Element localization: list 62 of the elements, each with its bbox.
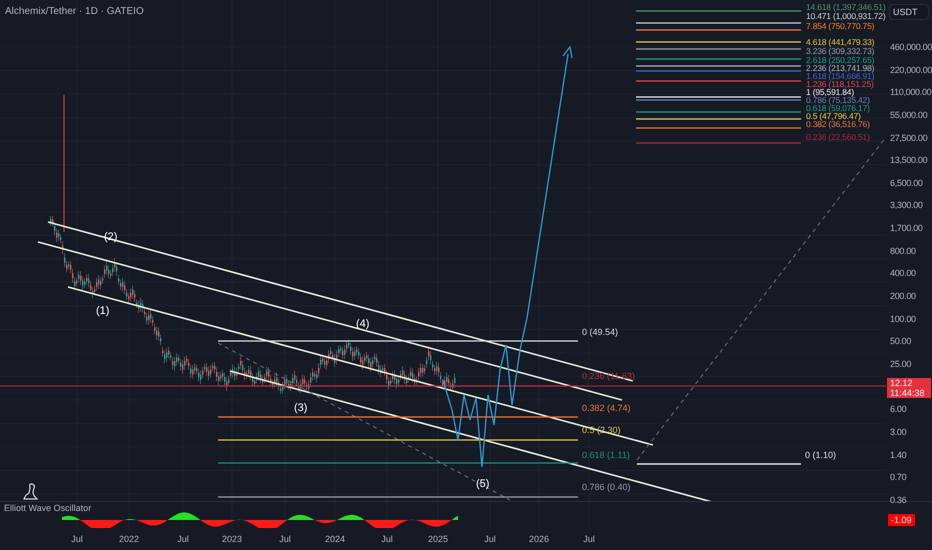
time-tick-label: 2024 <box>324 534 346 544</box>
fib-level-label: 0.5 (2.30) <box>582 425 621 436</box>
price-tick-label: 1.40 <box>890 448 908 462</box>
price-tick-label: 0.70 <box>890 471 908 484</box>
time-tick-label: 2026 <box>528 534 550 544</box>
price-tick-label: 50.00 <box>890 335 912 348</box>
price-tick-label: 6.00 <box>890 403 908 416</box>
time-tick-label: Jul <box>381 534 393 544</box>
time-tick-label: 2022 <box>118 534 140 544</box>
chart-title: Alchemix/Tether · 1D · GATEIO <box>5 6 144 17</box>
price-tick-label: 3.00 <box>890 426 908 439</box>
wave-label: (5) <box>476 478 490 490</box>
fib-level-label: 0.618 (1.11) <box>582 450 630 461</box>
wave-label: (3) <box>294 402 308 414</box>
price-tick-label: 3,300.00 <box>890 199 924 212</box>
fib-level-label: 1.236 (118,151.25) <box>806 80 874 89</box>
fib-level-label: 0.236 (22,560.51) <box>806 133 870 142</box>
price-tick-label: 6,500.00 <box>890 176 924 190</box>
price-tick-label: 800.00 <box>890 244 917 258</box>
wave-label: (4) <box>356 318 370 330</box>
price-tick-label: 200.00 <box>890 290 917 304</box>
fib-level-label: 0.618 (59,076.17) <box>806 104 870 113</box>
fib-level-label: 0 (1.10) <box>805 450 836 461</box>
fib-level-label: 1.618 (154,666.91) <box>806 72 874 81</box>
time-tick-label: 2023 <box>222 534 242 544</box>
price-tick-label: 13,500.00 <box>890 154 928 168</box>
fib-level-label: 4.618 (441,479.33) <box>806 38 874 47</box>
time-tick-label: Jul <box>484 534 496 544</box>
fib-level-label: 1 (95,591.84) <box>806 88 854 97</box>
time-tick-label: 2025 <box>428 534 448 544</box>
price-tick-label: 1,700.00 <box>890 222 924 236</box>
time-tick-label: Jul <box>279 534 291 544</box>
oscillator-value-badge: -1.09 <box>888 514 915 526</box>
fib-level-label: 10.471 (1,000,931.72) <box>806 12 886 21</box>
currency-button[interactable]: USDT <box>889 4 929 20</box>
price-tick-label: 460,000.00 <box>890 41 932 54</box>
fib-level-label: 0.786 (0.40) <box>582 482 631 493</box>
price-tick-label: 27,500.00 <box>890 132 928 145</box>
time-tick-label: Jul <box>177 534 189 544</box>
countdown-timer: 11:44:38 <box>890 388 926 398</box>
price-tick-label: 110,000.00 <box>890 86 932 100</box>
fib-level-label: 3.236 (309,332.73) <box>806 47 874 56</box>
price-tick-label: 100.00 <box>890 312 917 326</box>
time-tick-label: Jul <box>71 534 83 544</box>
price-tick-label: 400.00 <box>890 267 917 280</box>
fib-level-label: 14.618 (1,397,346.51) <box>806 3 886 12</box>
indicator-name: Elliott Wave Oscillator <box>4 503 92 513</box>
price-tick-label: 55,000.00 <box>890 108 928 122</box>
fib-level-label: 0.382 (4.74) <box>582 403 631 414</box>
price-tick-label: 0.36 <box>890 494 908 507</box>
last-price: 12.12 <box>890 378 914 388</box>
price-tick-label: 25.00 <box>890 358 912 371</box>
fib-level-label: 2.618 (250,257.65) <box>806 56 874 65</box>
fib-level-label: 0 (49.54) <box>582 327 618 338</box>
wave-label: (1) <box>96 305 110 317</box>
fib-level-label: 0.382 (36,516.76) <box>806 120 870 129</box>
fib-level-label: 0.786 (75,135.42) <box>806 96 870 105</box>
time-tick-label: Jul <box>583 534 595 544</box>
price-tick-label: 220,000.00 <box>890 64 932 77</box>
fib-level-label: 0.5 (47,796.47) <box>806 112 861 121</box>
fib-level-label: 7.854 (750,770.75) <box>806 22 874 31</box>
fib-level-label: 2.236 (213,741.98) <box>806 64 874 73</box>
